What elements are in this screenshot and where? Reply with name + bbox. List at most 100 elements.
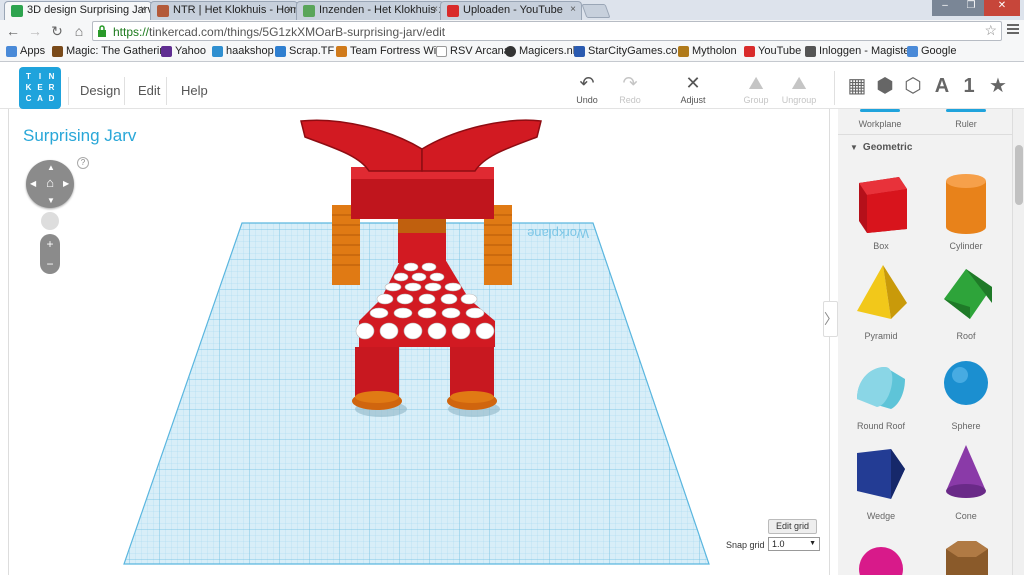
orbit-right-icon[interactable]: ▶ [63,179,69,188]
tab-title: Inzenden - Het Klokhuis z [319,4,444,16]
snap-grid-select[interactable]: 1.0 ▼ [768,537,820,551]
orbit-left-icon[interactable]: ◀ [30,179,36,188]
bookmark-mytholon[interactable]: Mytholon [678,45,737,57]
workplane-canvas[interactable]: Workplane Surprising Jarv ▲ ▼ ◀ ▶ ⌂ ? + … [8,109,830,575]
adjust-icon: ✕ [685,73,701,93]
tab-inzenden[interactable]: Inzenden - Het Klokhuis z × [296,1,444,20]
zoom-out-button[interactable]: − [40,254,60,274]
close-window-button[interactable]: ✕ [984,0,1020,16]
bookmark-label: StarCityGames.com [588,45,687,57]
scrollbar-thumb[interactable] [1015,145,1023,205]
tab-tinkercad[interactable]: 3D design Surprising Jarv | × [4,1,152,20]
zoom-in-button[interactable]: + [40,234,60,254]
snap-grid-label: Snap grid [726,540,765,550]
bookmark-youtube[interactable]: YouTube [744,45,801,57]
tab-youtube-upload[interactable]: Uploaden - YouTube × [440,1,582,20]
bookmark-scraptf[interactable]: Scrap.TF [275,45,334,57]
chrome-menu-icon[interactable] [1007,24,1019,36]
youtube-favicon-icon [744,46,755,57]
close-tab-icon[interactable]: × [140,4,146,15]
bookmark-google[interactable]: Google [907,45,956,57]
home-view-icon[interactable]: ⌂ [43,176,57,190]
new-tab-button[interactable] [581,4,611,18]
orbit-down-icon[interactable]: ▼ [47,196,55,205]
bookmark-haakshop[interactable]: haakshop [212,45,274,57]
bookmark-yahoo[interactable]: Yahoo [161,45,206,57]
bookmark-magicers[interactable]: Magicers.nl [505,45,575,57]
tab-ntr-klokhuis[interactable]: NTR | Het Klokhuis - Hom × [150,1,298,20]
menu-design[interactable]: Design [80,83,120,98]
collapse-panel-button[interactable]: 〉 [823,301,838,337]
tinkercad-logo[interactable]: TIN KER CAD [19,67,61,109]
shape-cylinder[interactable]: Cylinder [931,169,1001,251]
redo-icon: ↷ [622,73,638,93]
logo-letter: R [48,83,55,92]
shapes-panel-scrollbar[interactable] [1012,109,1024,575]
helper-ruler[interactable]: Ruler [936,119,996,129]
shape-half-sphere[interactable] [846,529,916,575]
apps-grid-icon [6,46,17,57]
maximize-button[interactable]: ❐ [958,0,984,16]
shape-sphere[interactable]: Sphere [931,349,1001,431]
ungroup-label: Ungroup [781,95,817,105]
shape-cone[interactable]: Cone [931,439,1001,521]
shape-label: Cone [955,511,977,521]
help-icon[interactable]: ? [77,157,89,169]
3d-scene[interactable]: Workplane [9,109,830,575]
shape-pyramid[interactable]: Pyramid [846,259,916,341]
divider [166,77,167,105]
undo-button[interactable]: ↶ Undo [565,73,609,105]
design-title[interactable]: Surprising Jarv [23,126,136,146]
cylinder-icon [946,174,986,234]
workplane-helper-bar [860,109,900,112]
close-tab-icon[interactable]: × [432,4,438,15]
bookmark-label: Magic: The Gathering [66,45,172,57]
helper-workplane[interactable]: Workplane [850,119,910,129]
adjust-button[interactable]: ✕ Adjust [671,73,715,105]
geometric-section-header[interactable]: ▼ Geometric [850,142,912,153]
edit-grid-button[interactable]: Edit grid [768,519,818,534]
bookmark-rsv-arcana[interactable]: RSV Arcana [436,45,510,57]
shape-box[interactable]: Box [846,169,916,251]
logo-letter: T [26,72,31,81]
shape-polygon[interactable] [931,529,1001,575]
shape-roof[interactable]: Roof [931,259,1001,341]
menu-help[interactable]: Help [181,83,208,98]
favorites-star-icon[interactable]: ★ [987,75,1009,97]
bookmark-starcity[interactable]: StarCityGames.com [574,45,686,57]
google-favicon-icon [907,46,918,57]
home-icon[interactable]: ⌂ [71,23,87,39]
bookmark-magic[interactable]: Magic: The Gathering [52,45,172,57]
polygon-prism-icon [946,541,988,575]
group-button[interactable]: ⛰ Group [734,73,778,105]
divider [68,77,69,105]
shape-round-roof[interactable]: Round Roof [846,349,916,431]
minimize-button[interactable]: – [932,0,958,16]
fit-view-icon[interactable] [41,212,59,230]
menu-edit[interactable]: Edit [138,83,160,98]
view-cube-orbit-control[interactable]: ▲ ▼ ◀ ▶ ⌂ [26,160,74,208]
bookmark-apps[interactable]: Apps [6,45,45,57]
workplane-grid-icon[interactable]: ▦ [846,75,868,97]
divider [124,77,125,105]
close-tab-icon[interactable]: × [286,4,292,15]
address-bar[interactable]: https://tinkercad.com/things/5G1zkXMOarB… [92,21,1002,41]
redo-button[interactable]: ↷ Redo [608,73,652,105]
ungroup-button[interactable]: ⛰ Ungroup [777,73,821,105]
reload-icon[interactable]: ↻ [49,23,65,39]
forward-icon[interactable]: → [27,23,43,39]
cube-icon[interactable]: ⬢ [874,75,896,97]
close-tab-icon[interactable]: × [570,4,576,15]
text-shapes-icon[interactable]: A [931,75,953,97]
number-shapes-icon[interactable]: 1 [958,75,980,97]
shape-wedge[interactable]: Wedge [846,439,916,521]
back-icon[interactable]: ← [5,23,21,39]
orbit-up-icon[interactable]: ▲ [47,163,55,172]
bookmark-star-icon[interactable]: ☆ [984,22,997,39]
redo-label: Redo [619,95,641,105]
wireframe-cube-icon[interactable]: ⬡ [902,75,924,97]
bookmark-magister[interactable]: Inloggen - Magister [805,45,913,57]
bookmark-tf-wiki[interactable]: Team Fortress Wiki [336,45,444,57]
bookmark-label: YouTube [758,45,802,57]
tf-wiki-favicon-icon [336,46,347,57]
